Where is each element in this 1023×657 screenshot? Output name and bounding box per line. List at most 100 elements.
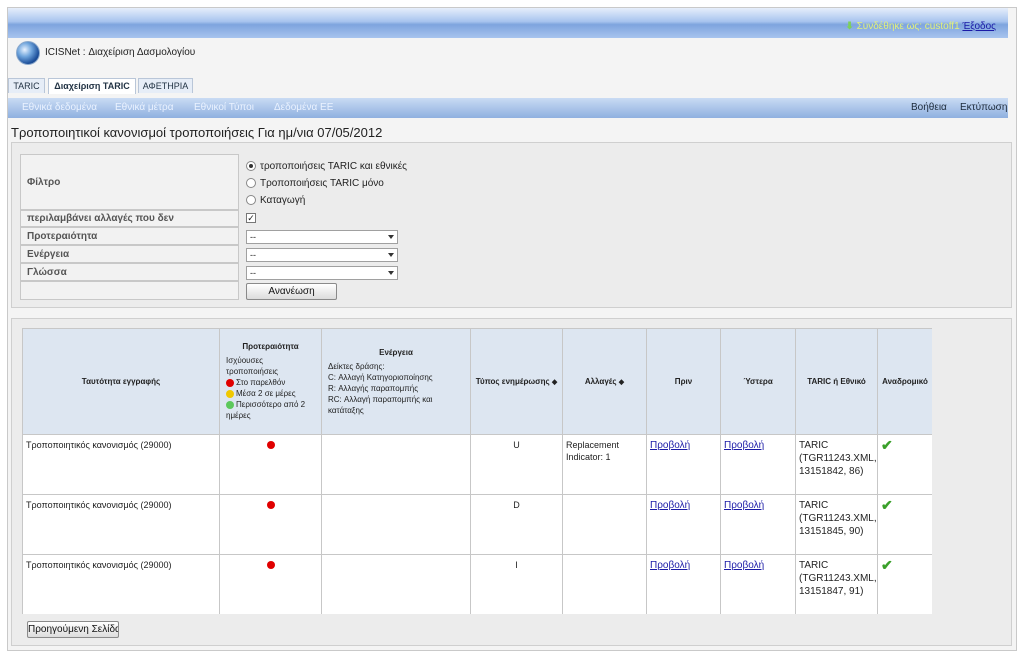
row-update-type: I [470, 554, 563, 614]
radio-taric-national-label: τροποποιήσεις TARIC και εθνικές [260, 161, 408, 172]
tab-taric[interactable]: TARIC [8, 78, 45, 93]
radio-origin[interactable] [246, 195, 256, 205]
row-changes [562, 494, 647, 555]
view-before-link[interactable]: Προβολή [650, 560, 690, 571]
page-title: Τροποποιητικοί κανονισμοί τροποποιήσεις … [11, 125, 383, 140]
action-label: Ενέργεια [20, 245, 239, 263]
chevron-down-icon [388, 235, 394, 239]
sort-icon: ◆ [551, 379, 558, 386]
include-checkbox[interactable]: ✓ [246, 213, 256, 223]
priority-select-value: -- [250, 232, 256, 242]
row-id: Τροποποιητικός κανονισμός (29000) [22, 494, 220, 555]
table-row: Τροποποιητικός κανονισμός (29000) D Προβ… [22, 494, 932, 555]
action-legend-c: C: Αλλαγή Κατηγοριοποίησης [328, 372, 433, 382]
row-after: Προβολή [720, 494, 796, 555]
col-header-taric: TARIC ή Εθνικό [795, 328, 878, 435]
priority-red-dot-icon [266, 441, 275, 449]
priority-header-sub: Ισχύουσες τροποποιήσεις [226, 356, 279, 376]
chevron-down-icon [388, 271, 394, 275]
row-before: Προβολή [646, 434, 721, 495]
legend-red-text: Στο παρελθόν [236, 378, 286, 387]
view-before-link[interactable]: Προβολή [650, 500, 690, 511]
row-action [321, 494, 471, 555]
priority-legend-red: Στο παρελθόν [220, 377, 321, 388]
row-id: Τροποποιητικός κανονισμός (29000) [22, 554, 220, 614]
red-dot-icon [226, 378, 234, 387]
logout-link[interactable]: Έξοδος [962, 21, 996, 32]
row-before: Προβολή [646, 554, 721, 614]
radio-taric-national[interactable] [246, 161, 256, 171]
filter-label: Φίλτρο [20, 154, 239, 210]
row-taric: TARIC (TGR11243.XML, 13151845, 90) [795, 494, 878, 555]
refresh-button[interactable]: Ανανέωση [246, 283, 337, 300]
action-select-value: -- [250, 250, 256, 260]
view-before-link[interactable]: Προβολή [650, 440, 690, 451]
row-id: Τροποποιητικός κανονισμός (29000) [22, 434, 220, 495]
table-row: Τροποποιητικός κανονισμός (29000) U Repl… [22, 434, 932, 495]
priority-red-dot-icon [266, 561, 275, 569]
language-select[interactable]: -- [246, 266, 398, 280]
row-taric: TARIC (TGR11243.XML, 13151842, 86) [795, 434, 878, 495]
results-table: Ταυτότητα εγγραφής Προτεραιότητα Ισχύουσ… [22, 328, 932, 614]
col-header-priority: Προτεραιότητα Ισχύουσες τροποποιήσεις Στ… [219, 328, 322, 435]
col-header-after: Ύστερα [720, 328, 796, 435]
previous-page-button[interactable]: Προηγούμενη Σελίδα [27, 621, 119, 638]
nav-bar: Εθνικά δεδομένα Εθνικά μέτρα Εθνικοί Τύπ… [8, 98, 1008, 118]
row-changes [562, 554, 647, 614]
row-action [321, 434, 471, 495]
col-header-id: Ταυτότητα εγγραφής [22, 328, 220, 435]
row-action [321, 554, 471, 614]
row-retro: ✔ [877, 494, 932, 555]
changes-header-text: Αλλαγές [584, 377, 617, 386]
row-update-type: U [470, 434, 563, 495]
row-after: Προβολή [720, 434, 796, 495]
priority-label: Προτεραιότητα [20, 227, 239, 245]
radio-taric-only-label: Τροποποιήσεις TARIC μόνο [260, 178, 384, 189]
nav-help[interactable]: Βοήθεια [911, 102, 947, 113]
priority-select[interactable]: -- [246, 230, 398, 244]
user-info: ⬇ Συνδέθηκε ως: custoff1 Έξοδος [845, 21, 996, 32]
nav-print[interactable]: Εκτύπωση [960, 102, 1007, 113]
row-priority [219, 494, 322, 555]
chevron-down-icon [388, 253, 394, 257]
language-label: Γλώσσα [20, 263, 239, 281]
priority-red-dot-icon [266, 501, 275, 509]
tab-starting-point[interactable]: ΑΦΕΤΗΡΙΑ [138, 78, 193, 93]
row-before: Προβολή [646, 494, 721, 555]
action-select[interactable]: -- [246, 248, 398, 262]
checkmark-icon: ✔ [881, 437, 893, 453]
checkmark-icon: ✔ [881, 557, 893, 573]
green-dot-icon [226, 400, 234, 409]
include-label: περιλαμβάνει αλλαγές που δεν ενσωματώθηκ… [20, 210, 239, 240]
row-taric: TARIC (TGR11243.XML, 13151847, 91) [795, 554, 878, 614]
row-priority [219, 434, 322, 495]
priority-legend-green: Περισσότερο από 2 ημέρες [220, 399, 321, 421]
tab-taric-management[interactable]: Διαχείριση TARIC [48, 78, 136, 94]
table-row: Τροποποιητικός κανονισμός (29000) I Προβ… [22, 554, 932, 614]
action-legend-r: R: Αλλαγής παραπομπής [328, 383, 419, 393]
radio-taric-only[interactable] [246, 178, 256, 188]
user-icon: ⬇ [845, 21, 854, 32]
view-after-link[interactable]: Προβολή [724, 440, 764, 451]
nav-national-types[interactable]: Εθνικοί Τύποι [194, 102, 254, 113]
col-header-update-type[interactable]: Τύπος ενημέρωσης ◆ [470, 328, 563, 435]
user-label: Συνδέθηκε ως: custoff1 [856, 21, 960, 32]
col-header-changes[interactable]: Αλλαγές ◆ [562, 328, 647, 435]
nav-eu-data[interactable]: Δεδομένα ΕΕ [274, 102, 333, 113]
radio-origin-label: Καταγωγή [260, 195, 306, 206]
row-update-type: D [470, 494, 563, 555]
filter-spacer [20, 281, 239, 300]
nav-national-measures[interactable]: Εθνικά μέτρα [115, 102, 174, 113]
col-header-action: Ενέργεια Δείκτες δράσης: C: Αλλαγή Κατηγ… [321, 328, 471, 435]
action-header-sub: Δείκτες δράσης: [328, 361, 385, 371]
priority-header-title: Προτεραιότητα [242, 342, 299, 351]
view-after-link[interactable]: Προβολή [724, 560, 764, 571]
priority-legend-yellow: Μέσα 2 σε μέρες [220, 388, 321, 399]
nav-national-data[interactable]: Εθνικά δεδομένα [22, 102, 97, 113]
col-header-before: Πριν [646, 328, 721, 435]
view-after-link[interactable]: Προβολή [724, 500, 764, 511]
sort-icon: ◆ [618, 379, 625, 386]
table-header-row: Ταυτότητα εγγραφής Προτεραιότητα Ισχύουσ… [22, 328, 932, 435]
update-type-header-text: Τύπος ενημέρωσης [475, 377, 550, 386]
checkmark-icon: ✔ [881, 497, 893, 513]
